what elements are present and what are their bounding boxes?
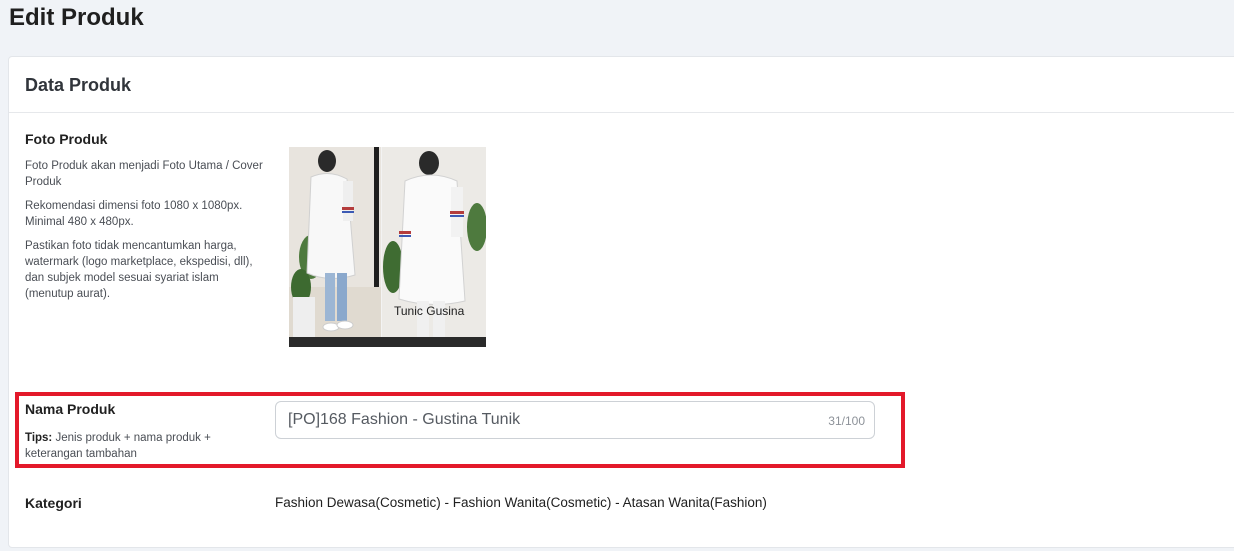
highlight-box <box>15 392 905 468</box>
photo-description: Foto Produk akan menjadi Foto Utama / Co… <box>25 158 265 310</box>
category-label: Kategori <box>25 495 82 511</box>
product-photo-image: Tunic Gusina <box>289 147 486 347</box>
card-title: Data Produk <box>25 75 132 95</box>
photo-desc-rules: Pastikan foto tidak mencantumkan harga, … <box>25 240 253 300</box>
photo-label: Foto Produk <box>25 131 108 147</box>
product-data-card: Data Produk Foto Produk Foto Produk akan… <box>8 56 1234 548</box>
photo-desc-cover: Foto Produk akan menjadi Foto Utama / Co… <box>25 160 263 188</box>
page-title: Edit Produk <box>9 4 144 31</box>
product-photo[interactable]: Tunic Gusina <box>289 147 486 347</box>
photo-caption: Tunic Gusina <box>394 304 465 318</box>
photo-desc-dimension: Rekomendasi dimensi foto 1080 x 1080px. … <box>25 200 243 228</box>
card-header: Data Produk <box>9 57 1234 113</box>
category-value: Fashion Dewasa(Cosmetic) - Fashion Wanit… <box>275 495 767 510</box>
